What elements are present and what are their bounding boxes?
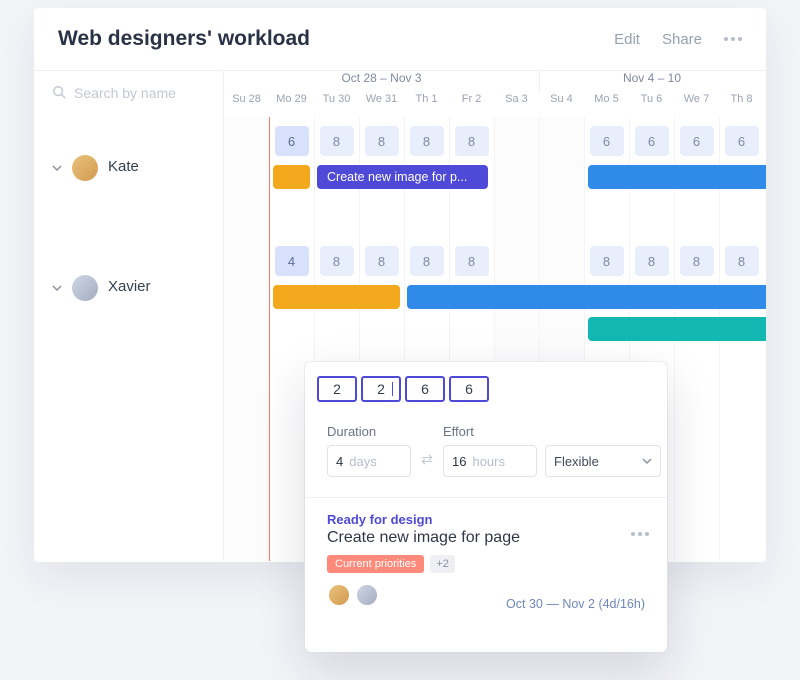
- more-icon[interactable]: [724, 37, 742, 41]
- capacity-cell[interactable]: 8: [674, 245, 719, 277]
- person-name: Kate: [108, 158, 139, 175]
- day-effort-cell[interactable]: 6: [405, 376, 445, 402]
- more-icon[interactable]: [631, 532, 649, 536]
- card-header: Web designers' workload Edit Share: [34, 8, 766, 70]
- field-label: [545, 424, 661, 439]
- search-input[interactable]: Search by name: [34, 71, 223, 139]
- task-dates: Oct 30 — Nov 2 (4d/16h): [506, 597, 645, 611]
- task-bar[interactable]: [588, 317, 766, 341]
- capacity-cell[interactable]: [539, 125, 584, 157]
- link-icon[interactable]: ⇄: [419, 433, 435, 468]
- avatar[interactable]: [327, 583, 351, 607]
- tag[interactable]: Current priorities: [327, 555, 424, 573]
- capacity-cell[interactable]: [224, 125, 269, 157]
- chevron-down-icon: [52, 163, 62, 173]
- day-column-header: Tu 6: [629, 93, 674, 117]
- capacity-cell[interactable]: 8: [314, 125, 359, 157]
- capacity-cell[interactable]: 8: [584, 245, 629, 277]
- day-column-header: We 31: [359, 93, 404, 117]
- capacity-cell[interactable]: 8: [359, 245, 404, 277]
- capacity-cell[interactable]: 8: [314, 245, 359, 277]
- task-label: Create new image for p...: [327, 170, 467, 184]
- tag-more[interactable]: +2: [430, 555, 455, 573]
- day-column-header: We 7: [674, 93, 719, 117]
- person-name: Xavier: [108, 278, 151, 295]
- capacity-cell[interactable]: 8: [404, 125, 449, 157]
- day-column-header: Sa 3: [494, 93, 539, 117]
- capacity-cell[interactable]: 8: [359, 125, 404, 157]
- capacity-cell[interactable]: [539, 245, 584, 277]
- effort-per-day-editor: 2 2 6 6: [305, 362, 667, 402]
- chevron-down-icon: [642, 456, 652, 466]
- row-xavier: 488888888: [224, 237, 766, 357]
- capacity-cell[interactable]: 6: [629, 125, 674, 157]
- avatar: [72, 275, 98, 301]
- day-effort-cell[interactable]: 6: [449, 376, 489, 402]
- capacity-cell[interactable]: 8: [404, 245, 449, 277]
- day-column-header: Th 8: [719, 93, 764, 117]
- capacity-cell[interactable]: [224, 245, 269, 277]
- capacity-cell[interactable]: 8: [719, 245, 764, 277]
- person-row-xavier[interactable]: Xavier: [34, 259, 223, 379]
- task-tags: Current priorities +2: [327, 555, 645, 573]
- capacity-cell[interactable]: 4: [269, 245, 314, 277]
- capacity-cell[interactable]: 6: [584, 125, 629, 157]
- edit-button[interactable]: Edit: [614, 31, 640, 48]
- effort-input[interactable]: 16 hours: [443, 445, 537, 477]
- day-header: Su 28Mo 29Tu 30We 31Th 1Fr 2Sa 3Su 4Mo 5…: [224, 93, 766, 117]
- day-effort-cell[interactable]: 2: [361, 376, 401, 402]
- header-actions: Edit Share: [614, 31, 742, 48]
- person-row-kate[interactable]: Kate: [34, 139, 223, 259]
- share-button[interactable]: Share: [662, 31, 702, 48]
- task-bar[interactable]: [588, 165, 766, 189]
- capacity-cell[interactable]: 8: [629, 245, 674, 277]
- capacity-cell[interactable]: 6: [719, 125, 764, 157]
- search-icon: [52, 85, 66, 99]
- task-name[interactable]: Create new image for page: [327, 529, 645, 547]
- capacity-cell[interactable]: 6: [674, 125, 719, 157]
- day-column-header: Su 28: [224, 93, 269, 117]
- capacity-cell[interactable]: [494, 245, 539, 277]
- capacity-cell[interactable]: 8: [449, 245, 494, 277]
- task-bar[interactable]: [273, 165, 310, 189]
- page-title: Web designers' workload: [58, 27, 310, 51]
- task-bar[interactable]: [407, 285, 766, 309]
- week-range: Nov 4 – 10: [539, 71, 764, 93]
- avatar[interactable]: [355, 583, 379, 607]
- avatar: [72, 155, 98, 181]
- row-kate: 688886666 Create new image for p...: [224, 117, 766, 237]
- week-header: Oct 28 – Nov 3 Nov 4 – 10: [224, 71, 766, 93]
- field-label: Duration: [327, 424, 411, 439]
- day-column-header: Su 4: [539, 93, 584, 117]
- day-column-header: Mo 5: [584, 93, 629, 117]
- task-details: Ready for design Create new image for pa…: [305, 498, 667, 607]
- capacity-cell[interactable]: 8: [449, 125, 494, 157]
- search-placeholder: Search by name: [74, 85, 176, 101]
- day-effort-cell[interactable]: 2: [317, 376, 357, 402]
- task-status[interactable]: Ready for design: [327, 512, 645, 527]
- mode-select[interactable]: Flexible: [545, 445, 661, 477]
- week-range: Oct 28 – Nov 3: [224, 71, 539, 93]
- capacity-cell[interactable]: [494, 125, 539, 157]
- chevron-down-icon: [52, 283, 62, 293]
- duration-field: Duration 4 days: [327, 424, 411, 477]
- task-bar-focused[interactable]: Create new image for p...: [317, 165, 488, 189]
- task-popover: 2 2 6 6 Duration 4 days ⇄ Effort 16 hour…: [305, 362, 667, 652]
- capacity-cell[interactable]: 6: [269, 125, 314, 157]
- day-column-header: Tu 30: [314, 93, 359, 117]
- mode-field: Flexible: [545, 424, 661, 477]
- effort-field: Effort 16 hours: [443, 424, 537, 477]
- field-label: Effort: [443, 424, 537, 439]
- task-bar[interactable]: [273, 285, 400, 309]
- day-column-header: Mo 29: [269, 93, 314, 117]
- day-column-header: Th 1: [404, 93, 449, 117]
- day-column-header: Fr 2: [449, 93, 494, 117]
- duration-input[interactable]: 4 days: [327, 445, 411, 477]
- sidebar: Search by name Kate Xavier: [34, 71, 224, 561]
